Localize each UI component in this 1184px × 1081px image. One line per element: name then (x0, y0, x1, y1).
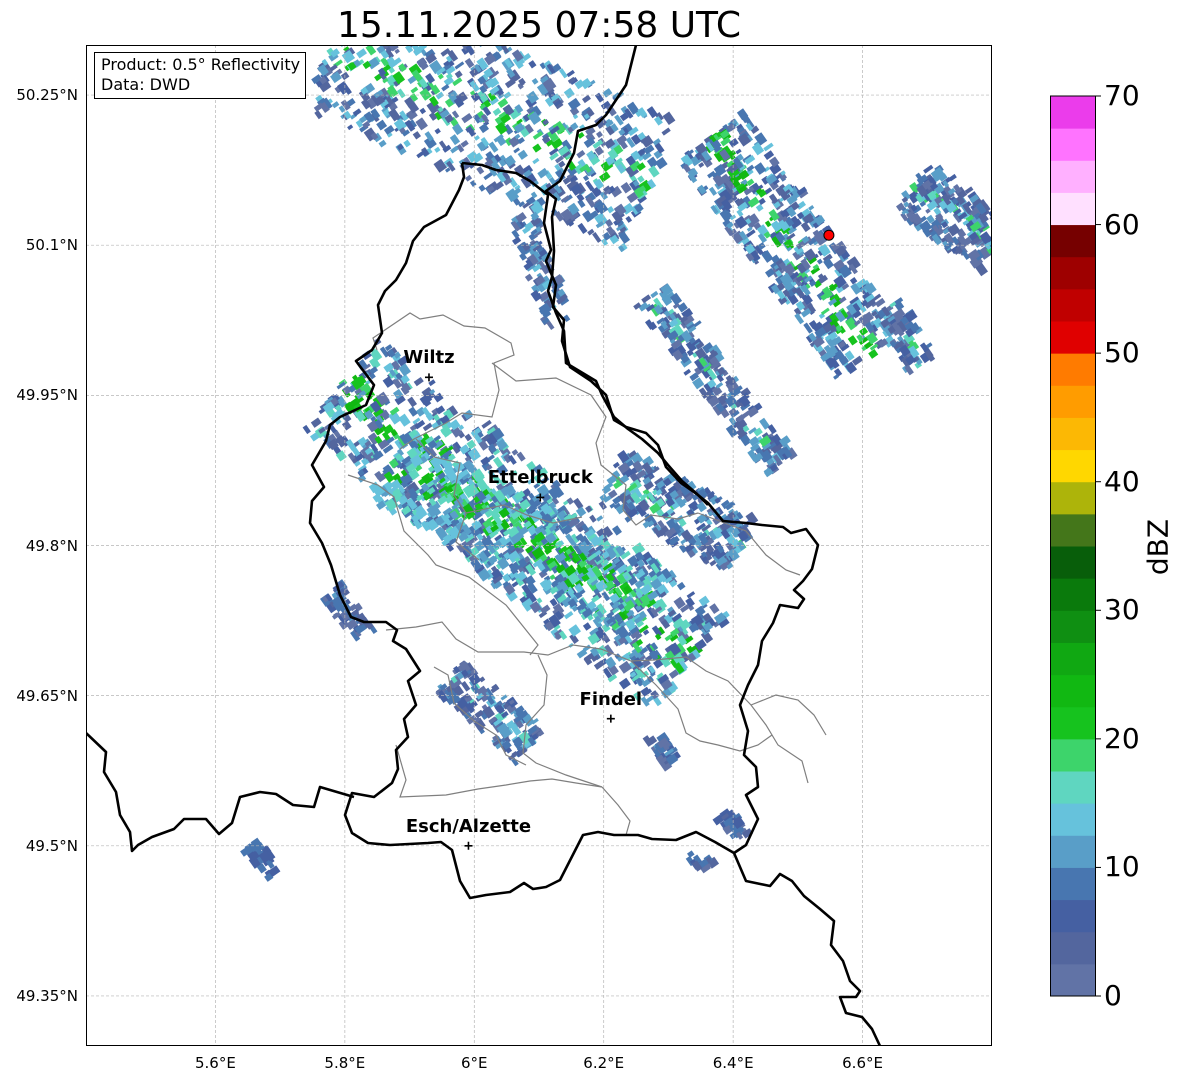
colorbar-segment (1050, 481, 1096, 515)
colorbar-segment (1050, 642, 1096, 676)
lon-tick-label: 5.6°E (195, 1054, 236, 1072)
lat-tick-label: 50.25°N (16, 86, 78, 105)
colorbar-segment (1050, 771, 1096, 804)
colorbar-segment (1050, 931, 1096, 965)
city-label: Findel (579, 688, 643, 710)
lat-tick-label: 49.5°N (25, 836, 78, 855)
colorbar-tick-label: 70 (1104, 79, 1140, 112)
lat-tick-label: 50.1°N (25, 236, 78, 255)
city-label: Esch/Alzette (405, 815, 532, 837)
colorbar-segment (1050, 417, 1096, 451)
colorbar-segment (1050, 256, 1096, 290)
colorbar-segment (1050, 128, 1096, 161)
data-source-label: Data: DWD (101, 75, 191, 94)
colorbar-segment (1050, 738, 1096, 772)
colorbar-segment (1050, 321, 1096, 354)
colorbar-segment (1050, 192, 1096, 226)
colorbar-segment (1050, 706, 1096, 740)
colorbar-tick-label: 10 (1104, 850, 1140, 884)
colorbar-segment (1050, 835, 1096, 868)
lon-tick-label: 6.6°E (842, 1054, 883, 1072)
colorbar-segment (1050, 385, 1096, 418)
colorbar-label: dBZ (1141, 518, 1175, 576)
city-label: Ettelbruck (487, 467, 593, 489)
lon-tick-label: 5.8°E (324, 1054, 366, 1072)
lat-tick-label: 49.95°N (16, 386, 78, 405)
lat-tick-label: 49.8°N (25, 536, 78, 555)
colorbar-segment (1050, 353, 1096, 386)
colorbar-segment (1050, 449, 1096, 483)
lon-tick-label: 6°E (461, 1054, 488, 1072)
colorbar-tick-label: 40 (1104, 464, 1140, 498)
product-info-box: Product: 0.5° Reflectivity Data: DWD (94, 52, 307, 99)
colorbar-segment (1050, 288, 1096, 322)
colorbar-segment (1050, 963, 1096, 997)
lon-tick-label: 6.2°E (583, 1054, 625, 1072)
colorbar-segment (1050, 224, 1096, 258)
colorbar-segment (1050, 578, 1096, 611)
colorbar-tick-label: 0 (1104, 979, 1122, 1012)
colorbar-tick-label: 50 (1104, 336, 1140, 370)
radar-site-marker[interactable] (823, 229, 835, 241)
colorbar-segment (1050, 96, 1096, 129)
lon-tick-label: 6.4°E (712, 1054, 754, 1072)
colorbar-segment (1050, 610, 1096, 643)
colorbar-segment (1050, 899, 1096, 933)
colorbar-segment (1050, 674, 1096, 708)
colorbar-segment (1050, 803, 1096, 836)
colorbar-segment (1050, 513, 1096, 547)
colorbar (1050, 95, 1101, 997)
colorbar-segment (1050, 867, 1096, 901)
colorbar-segment (1050, 160, 1096, 193)
colorbar-tick-label: 60 (1104, 207, 1140, 241)
map-title: 15.11.2025 07:58 UTC (336, 5, 742, 46)
product-label: Product: 0.5° Reflectivity (101, 55, 301, 74)
colorbar-segment (1050, 546, 1096, 579)
city-label: Wiltz (403, 347, 455, 369)
lat-tick-label: 49.35°N (16, 986, 78, 1005)
colorbar-tick-label: 30 (1104, 593, 1140, 627)
lat-tick-label: 49.65°N (16, 686, 78, 705)
radar-map[interactable] (86, 45, 992, 1046)
colorbar-tick-label: 20 (1104, 721, 1140, 755)
